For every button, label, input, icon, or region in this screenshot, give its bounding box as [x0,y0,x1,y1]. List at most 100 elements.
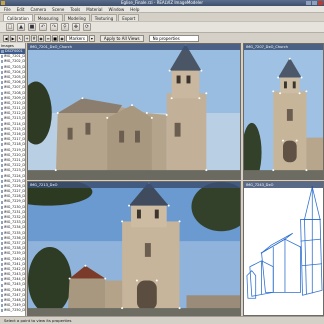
image-thumbnail-icon [1,210,3,214]
church-photo [28,44,240,179]
eye-icon[interactable]: ◉ [59,34,65,42]
image-thumbnail-icon [1,169,3,173]
image-thumbnail-icon [1,138,3,142]
tab-calibration[interactable]: Calibration [3,14,33,21]
image-thumbnail-icon [1,221,3,225]
undo-icon[interactable]: ↶ [39,23,47,31]
menu-scene[interactable]: Scene [52,7,64,12]
new-icon[interactable]: □ [6,23,14,31]
image-list: DSCF0001 IMG_7201_D IMG_7202_D IMG_7203_D IM… [0,49,25,314]
menu-camera[interactable]: Camera [30,7,46,12]
save-icon[interactable]: ■ [28,23,36,31]
image-thumbnail-icon [1,267,3,271]
image-thumbnail-icon [1,262,3,266]
image-thumbnail-icon [1,60,3,64]
main-toolbar: □ ▲ ■ ↶ ↷ ⚲ ✥ ⟳ [0,21,324,33]
image-thumbnail-icon [1,174,3,178]
image-list-item[interactable]: IMG_7250_D [0,308,25,313]
image-thumbnail-icon [1,273,3,277]
tab-texturing[interactable]: Texturing [90,14,118,21]
image-thumbnail-icon [1,184,3,188]
image-thumbnail-icon [1,293,3,297]
image-thumbnail-icon [1,247,3,251]
open-icon[interactable]: ▲ [17,23,25,31]
image-thumbnail-icon [1,112,3,116]
image-thumbnail-icon [1,278,3,282]
module-tabs: Calibration Measuring Modeling Texturing… [0,13,324,21]
image-thumbnail-icon [1,252,3,256]
image-thumbnail-icon [1,117,3,121]
image-thumbnail-icon [1,65,3,69]
church-front-photo [244,44,323,179]
image-thumbnail-icon [1,50,4,54]
next-icon[interactable]: ▶ [10,34,16,42]
image-thumbnail-icon [1,205,3,209]
image-thumbnail-icon [1,231,3,235]
prev-icon[interactable]: ◀ [3,34,9,42]
marker-combo[interactable]: Markers [66,34,88,42]
chevron-down-icon[interactable]: ▾ [88,34,95,42]
image-thumbnail-icon [1,101,3,105]
view-toolbar: ◀ ▶ ↖ + # ◉ ≡ ■ ◉ Markers ▾ Apply to All… [0,33,324,43]
menu-window[interactable]: Window [108,7,124,12]
image-thumbnail-icon [1,299,3,303]
pan-icon[interactable]: ✥ [72,23,80,31]
grid-icon[interactable]: # [31,34,37,42]
image-thumbnail-icon [1,164,3,168]
image-thumbnail-icon [1,216,3,220]
image-thumbnail-icon [1,148,3,152]
point-icon[interactable]: + [24,34,30,42]
menu-material[interactable]: Material [86,7,102,12]
wireframe-model [244,182,323,315]
menu-file[interactable]: File [4,7,11,12]
image-list-panel: Images DSCF0001 IMG_7201_D IMG_7202_D IMG_7… [0,43,26,316]
viewport-top-right[interactable]: IMG_7207_DxO_Church [243,43,324,180]
image-thumbnail-icon [1,153,3,157]
image-thumbnail-icon [1,81,3,85]
image-thumbnail-icon [1,190,3,194]
image-thumbnail-icon [1,86,3,90]
viewport-bottom-left[interactable]: IMG_7213_DxO [27,181,241,316]
minimize-icon[interactable] [306,1,311,5]
close-icon[interactable] [318,1,323,5]
camera-icon[interactable]: ◉ [38,34,44,42]
window-controls [306,1,323,5]
image-thumbnail-icon [1,200,3,204]
viewport-3d[interactable]: IMG_7243_DxO [243,181,324,316]
maximize-icon[interactable] [312,1,317,5]
tab-export[interactable]: Export [118,14,140,21]
menu-help[interactable]: Help [130,7,139,12]
lock-icon[interactable]: ■ [52,34,58,42]
menu-bar: File Edit Camera Scene Tools Material Wi… [0,6,324,13]
zoom-icon[interactable]: ⚲ [61,23,69,31]
viewport-main[interactable]: IMG_7201_DxO_Church [27,43,241,180]
image-thumbnail-icon [1,288,3,292]
image-thumbnail-icon [1,107,3,111]
menu-edit[interactable]: Edit [17,7,25,12]
tab-measuring[interactable]: Measuring [33,14,63,21]
apply-all-views-button[interactable]: Apply to All Views [99,34,144,42]
image-thumbnail-icon [1,226,3,230]
image-thumbnail-icon [1,195,3,199]
properties-field: No properties [148,34,199,42]
viewport-title: IMG_7207_DxO_Church [244,44,323,50]
image-thumbnail-icon [1,283,3,287]
orbit-icon[interactable]: ⟳ [83,23,91,31]
status-bar: Select a point to view its properties [0,316,324,324]
menu-tools[interactable]: Tools [70,7,80,12]
image-thumbnail-icon [1,55,3,59]
image-thumbnail-icon [1,159,3,163]
image-thumbnail-icon [1,304,3,308]
tab-modeling[interactable]: Modeling [63,14,90,21]
image-thumbnail-icon [1,76,3,80]
church-tower-photo [28,182,240,315]
layers-icon[interactable]: ≡ [45,34,51,42]
select-icon[interactable]: ↖ [17,34,23,42]
viewport-title: IMG_7201_DxO_Church [28,44,240,50]
image-list-item-label: IMG_7250_D [3,308,25,313]
image-thumbnail-icon [1,236,3,240]
viewport-title: IMG_7243_DxO [244,182,323,188]
redo-icon[interactable]: ↷ [50,23,58,31]
viewport-title: IMG_7213_DxO [28,182,240,188]
image-thumbnail-icon [1,242,3,246]
